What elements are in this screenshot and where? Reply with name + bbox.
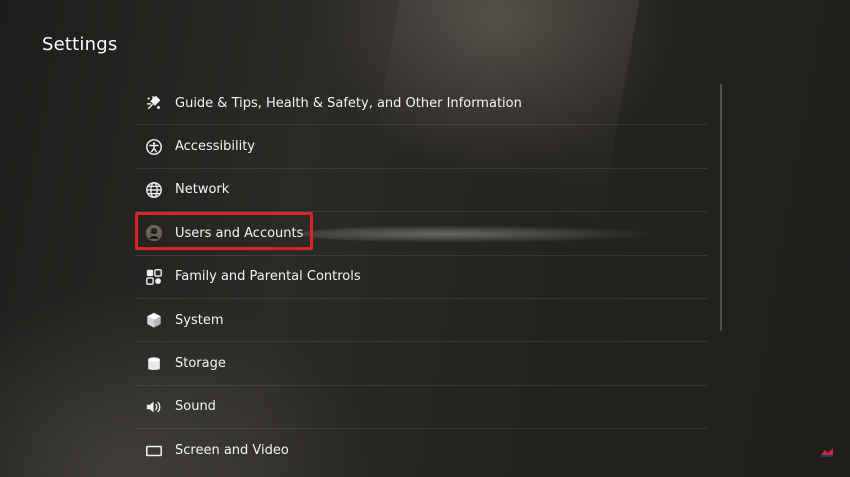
menu-item-guide-tips[interactable]: Guide & Tips, Health & Safety, and Other…	[136, 82, 708, 126]
menu-item-label: Storage	[175, 356, 226, 372]
menu-item-label: Network	[175, 182, 230, 198]
cube-icon	[143, 309, 165, 331]
menu-item-label: Guide & Tips, Health & Safety, and Other…	[175, 95, 522, 111]
screen-icon	[143, 440, 165, 462]
menu-item-label: Users and Accounts	[175, 225, 304, 241]
speaker-icon	[143, 396, 165, 418]
menu-item-network[interactable]: Network	[136, 169, 708, 213]
menu-item-label: Accessibility	[175, 139, 255, 155]
watermark-logo-icon	[821, 448, 833, 457]
menu-item-sound[interactable]: Sound	[136, 386, 708, 430]
user-avatar-icon	[143, 222, 165, 244]
scrollbar[interactable]	[720, 84, 722, 331]
menu-item-label: Sound	[175, 399, 216, 415]
globe-icon	[143, 179, 165, 201]
guide-tips-icon	[143, 92, 165, 114]
menu-item-label: Family and Parental Controls	[175, 269, 361, 285]
menu-item-family-parental[interactable]: Family and Parental Controls	[136, 256, 708, 299]
accessibility-icon	[143, 136, 165, 158]
menu-item-label: Screen and Video	[175, 443, 289, 459]
menu-item-accessibility[interactable]: Accessibility	[136, 125, 708, 169]
database-icon	[143, 353, 165, 375]
menu-item-users-accounts[interactable]: Users and Accounts	[135, 212, 708, 256]
family-controls-icon	[143, 266, 165, 288]
menu-item-storage[interactable]: Storage	[136, 342, 708, 386]
menu-item-screen-video[interactable]: Screen and Video	[136, 429, 708, 472]
menu-item-label: System	[175, 312, 224, 328]
settings-menu: Guide & Tips, Health & Safety, and Other…	[135, 82, 708, 473]
menu-item-system[interactable]: System	[136, 299, 708, 343]
page-title: Settings	[42, 34, 118, 55]
